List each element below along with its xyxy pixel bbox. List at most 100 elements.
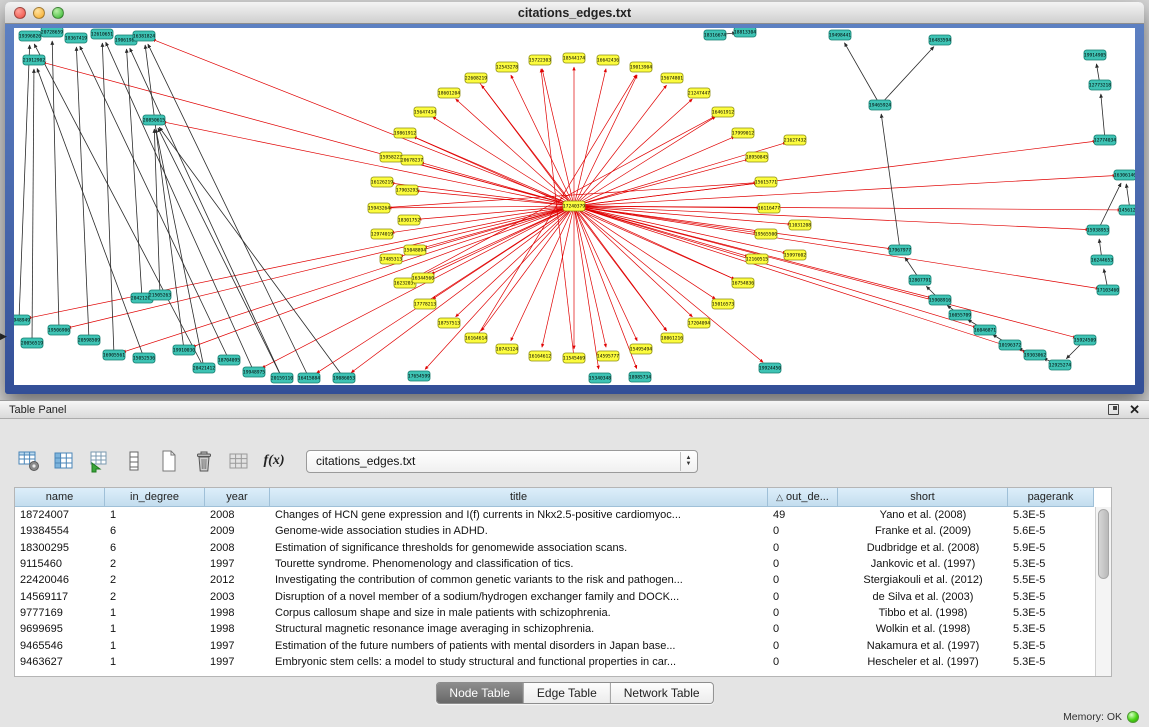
table-selector-dropdown[interactable]: citations_edges.txt ▲ ▼ [306, 450, 698, 473]
memory-status-indicator[interactable] [1127, 711, 1139, 723]
network-edge[interactable] [574, 206, 599, 369]
table-row[interactable]: 969969511998Structural magnetic resonanc… [15, 621, 1111, 637]
table-row[interactable]: 2242004622012Investigating the contribut… [15, 572, 1111, 588]
network-node[interactable]: 16164614 [465, 333, 487, 343]
network-edge[interactable] [574, 206, 692, 317]
network-node[interactable]: 19914905 [1084, 50, 1106, 60]
import-table-icon[interactable] [86, 448, 112, 474]
network-edge[interactable] [880, 47, 934, 105]
network-node[interactable]: 15674801 [661, 73, 683, 83]
zoom-window-button[interactable] [52, 7, 64, 19]
network-edge[interactable] [80, 46, 229, 360]
network-edge[interactable] [574, 206, 637, 341]
network-node[interactable]: 21247447 [688, 88, 710, 98]
close-panel-icon[interactable]: ✕ [1129, 404, 1140, 415]
network-edge[interactable] [159, 127, 344, 378]
column-header-pagerank[interactable]: pagerank [1008, 488, 1094, 507]
network-node[interactable]: 19303062 [1024, 350, 1046, 360]
network-node[interactable]: 15924509 [1074, 335, 1096, 345]
panel-collapse-arrow[interactable]: ▶ [0, 331, 7, 342]
table-row[interactable]: 1456911722003Disruption of a novel membe… [15, 588, 1111, 604]
minimize-window-button[interactable] [33, 7, 45, 19]
network-node[interactable]: 16046871 [974, 325, 996, 335]
network-node[interactable]: 16116477 [758, 203, 780, 213]
column-header-out_de[interactable]: △out_de... [768, 488, 838, 507]
network-node[interactable]: 16905561 [103, 350, 125, 360]
new-file-icon[interactable] [156, 448, 182, 474]
network-node[interactable]: 18704095 [218, 355, 240, 365]
float-panel-icon[interactable] [1108, 404, 1119, 415]
network-edge[interactable] [68, 206, 574, 328]
network-node[interactable]: 18813304 [734, 28, 756, 37]
network-edge[interactable] [574, 176, 1116, 206]
network-node[interactable]: 12160515 [746, 254, 768, 264]
network-node[interactable]: 16642436 [597, 55, 619, 65]
table-row[interactable]: 977716911998Corpus callosum shape and si… [15, 605, 1111, 621]
network-node[interactable]: 20056519 [21, 338, 43, 348]
network-node[interactable]: 18948949 [14, 315, 30, 325]
table-row[interactable]: 1938455462009Genome-wide association stu… [15, 523, 1111, 539]
network-node[interactable]: 19565500 [755, 229, 777, 239]
show-columns-icon[interactable] [51, 448, 77, 474]
network-node[interactable]: 15722303 [529, 55, 551, 65]
network-node[interactable]: 16754836 [732, 278, 754, 288]
network-edge[interactable] [19, 45, 30, 320]
window-titlebar[interactable]: citations_edges.txt [5, 2, 1144, 24]
network-node[interactable]: 16164612 [529, 351, 551, 361]
network-node[interactable]: 11545469 [563, 353, 585, 363]
network-node[interactable]: 16126219 [371, 177, 393, 187]
network-node[interactable]: 17778213 [414, 299, 436, 309]
network-node[interactable]: 15052536 [133, 353, 155, 363]
network-node[interactable]: 17204094 [688, 318, 710, 328]
network-node[interactable]: 12925274 [1049, 360, 1071, 370]
network-node[interactable]: 19498441 [829, 30, 851, 40]
network-node[interactable]: 18316674 [704, 30, 726, 40]
network-node[interactable]: 15647434 [414, 107, 436, 117]
network-edge[interactable] [163, 122, 574, 206]
network-node[interactable]: 14595777 [597, 351, 619, 361]
network-node[interactable]: 20678237 [401, 155, 423, 165]
network-edge[interactable] [574, 206, 1121, 210]
tab-node-table[interactable]: Node Table [436, 683, 524, 703]
network-edge[interactable] [574, 141, 1096, 206]
network-edge[interactable] [1098, 183, 1121, 230]
network-node[interactable]: 16461912 [712, 107, 734, 117]
network-node[interactable]: 19506906 [48, 325, 70, 335]
network-node[interactable]: 15615771 [755, 177, 777, 187]
network-node[interactable]: 20421412 [193, 363, 215, 373]
network-node[interactable]: 15908916 [929, 295, 951, 305]
network-node[interactable]: 21627432 [784, 135, 806, 145]
network-node[interactable]: 15340348 [589, 373, 611, 383]
network-node[interactable]: 18757513 [438, 318, 460, 328]
network-edge[interactable] [317, 206, 574, 373]
network-edge[interactable] [844, 43, 880, 105]
network-edge[interactable] [881, 114, 900, 250]
merge-table-icon[interactable] [226, 448, 252, 474]
tab-network-table[interactable]: Network Table [611, 683, 713, 703]
row-height-icon[interactable] [121, 448, 147, 474]
function-builder-icon[interactable]: f(x) [261, 448, 287, 474]
network-node[interactable]: 22608219 [465, 73, 487, 83]
network-node[interactable]: 17999012 [732, 128, 754, 138]
network-node[interactable]: 15997602 [784, 250, 806, 260]
network-node[interactable]: 17903293 [396, 185, 418, 195]
table-row[interactable]: 946362711997Embryonic stem cells: a mode… [15, 654, 1111, 670]
network-node[interactable]: 20728659 [41, 28, 63, 37]
network-edge[interactable] [130, 48, 282, 378]
network-node[interactable]: 17103460 [1097, 285, 1119, 295]
network-node[interactable]: 10196372 [999, 340, 1021, 350]
network-node[interactable]: 17654599 [408, 371, 430, 381]
table-row[interactable]: 946554611997Estimation of the future num… [15, 637, 1111, 653]
network-node[interactable]: 17485313 [380, 254, 402, 264]
network-canvas[interactable]: 1724037915722303125432782260821918601204… [14, 28, 1135, 385]
network-node[interactable]: 19013904 [630, 62, 652, 72]
network-node[interactable]: 10743124 [496, 344, 518, 354]
network-node[interactable]: 16415884 [298, 373, 320, 383]
network-node[interactable]: 18985734 [629, 372, 651, 382]
network-node[interactable]: 15938953 [1087, 225, 1109, 235]
table-row[interactable]: 911546021997Tourette syndrome. Phenomeno… [15, 556, 1111, 572]
network-node[interactable]: 18544174 [563, 53, 585, 63]
network-node[interactable]: 19465924 [869, 100, 891, 110]
network-edge[interactable] [127, 49, 142, 298]
column-header-title[interactable]: title [270, 488, 768, 507]
